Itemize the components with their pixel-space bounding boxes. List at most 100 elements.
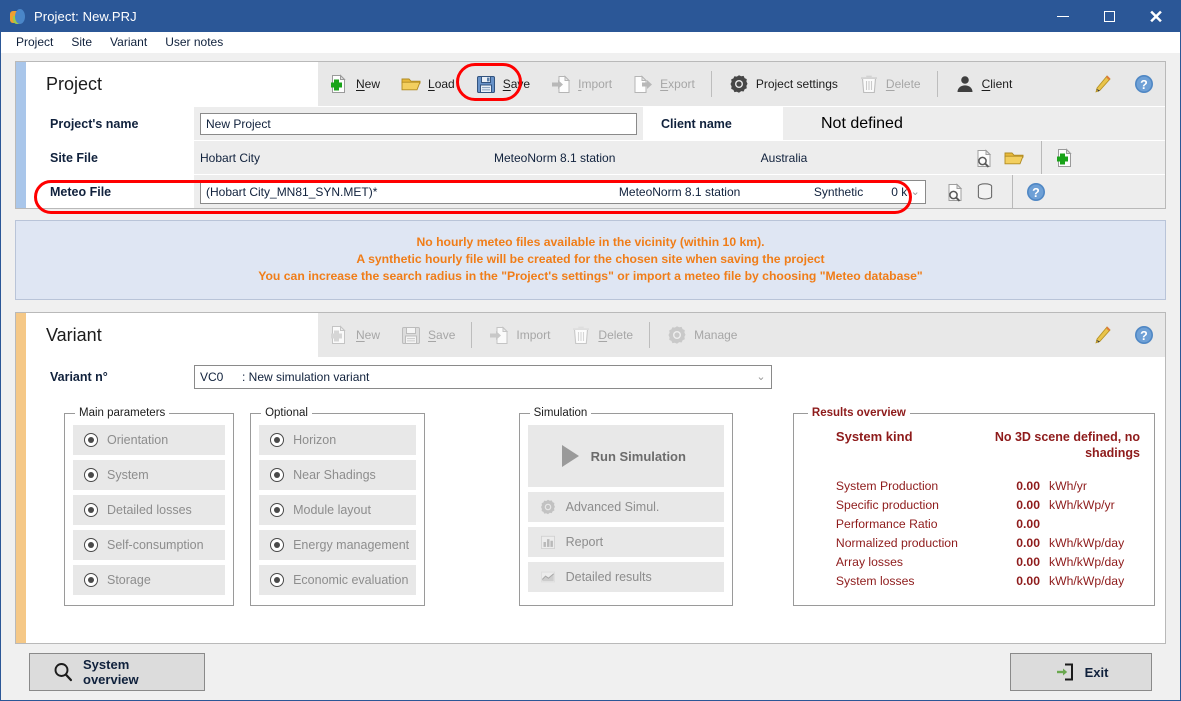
open-folder-icon bbox=[400, 73, 422, 95]
project-name-input[interactable]: New Project bbox=[200, 112, 637, 135]
variant-import-button[interactable]: Import bbox=[478, 313, 560, 357]
gear-icon-dim bbox=[666, 324, 688, 346]
site-open-folder-icon[interactable] bbox=[1003, 147, 1025, 169]
maximize-button[interactable] bbox=[1086, 1, 1132, 32]
menu-item-site[interactable]: Site bbox=[62, 33, 101, 51]
result-row-normalized-production: Normalized production 0.00 kWh/kWp/day bbox=[808, 534, 1140, 553]
report-button[interactable]: Report bbox=[527, 527, 724, 557]
param-detailed-losses-button[interactable]: Detailed losses bbox=[73, 495, 226, 525]
optional-economic-evaluation-button[interactable]: Economic evaluation bbox=[259, 565, 416, 595]
system-overview-button[interactable]: System overview bbox=[29, 653, 205, 691]
site-preview-icon[interactable] bbox=[973, 147, 995, 169]
variant-toolbar-row: Variant New Save Import Delete Manage ? bbox=[26, 313, 1165, 357]
meteo-warning-banner: No hourly meteo files available in the v… bbox=[15, 220, 1166, 300]
param-orientation-button[interactable]: Orientation bbox=[73, 425, 226, 455]
meteo-file-actions bbox=[932, 175, 1013, 208]
result-label: Performance Ratio bbox=[835, 517, 938, 531]
variant-no-row: Variant n° VC0 : New simulation variant … bbox=[26, 357, 1165, 395]
project-save-button[interactable]: Save bbox=[465, 62, 540, 106]
param-system-button[interactable]: System bbox=[73, 460, 226, 490]
run-simulation-label: Run Simulation bbox=[590, 448, 686, 464]
project-delete-button[interactable]: Delete bbox=[848, 62, 931, 106]
optional-horizon-label: Horizon bbox=[293, 433, 337, 447]
variant-save-button[interactable]: Save bbox=[390, 313, 465, 357]
pencil-icon-2 bbox=[1091, 324, 1113, 346]
site-new-file-icon[interactable] bbox=[1054, 147, 1076, 169]
optional-module-layout-label: Module layout bbox=[293, 503, 371, 517]
client-name-value[interactable]: Not defined bbox=[783, 107, 1165, 140]
result-value: 0.00 bbox=[1016, 517, 1040, 531]
project-client-label: Client bbox=[981, 77, 1013, 91]
optional-energy-management-button[interactable]: Energy management bbox=[259, 530, 416, 560]
menu-item-project[interactable]: Project bbox=[7, 33, 62, 51]
meteo-help-question-icon[interactable]: ? bbox=[1025, 181, 1047, 203]
run-simulation-button[interactable]: Run Simulation bbox=[527, 425, 724, 487]
exit-button[interactable]: Exit bbox=[1010, 653, 1152, 691]
result-unit: kWh/kWp/yr bbox=[1048, 498, 1115, 512]
project-import-button[interactable]: Import bbox=[540, 62, 622, 106]
menu-item-user-notes[interactable]: User notes bbox=[156, 33, 232, 51]
menu-item-variant[interactable]: Variant bbox=[101, 33, 156, 51]
result-value: 0.00 bbox=[1016, 498, 1040, 512]
variant-help-button[interactable]: ? bbox=[1123, 313, 1165, 357]
results-overview-group: Results overview System kind No 3D scene… bbox=[792, 407, 1155, 606]
param-storage-button[interactable]: Storage bbox=[73, 565, 226, 595]
warning-line-1: No hourly meteo files available in the v… bbox=[416, 235, 765, 249]
result-label: System Production bbox=[835, 479, 939, 493]
meteo-file-combo[interactable]: (Hobart City_MN81_SYN.MET)* MeteoNorm 8.… bbox=[200, 179, 927, 204]
radio-icon bbox=[84, 433, 98, 447]
meteo-file-label: Meteo File bbox=[50, 184, 112, 199]
project-edit-button[interactable] bbox=[1081, 62, 1123, 106]
project-load-button[interactable]: Load bbox=[390, 62, 465, 106]
gear-icon-small bbox=[539, 498, 557, 516]
project-settings-button[interactable]: Project settings bbox=[718, 62, 848, 106]
meteo-database-icon[interactable] bbox=[974, 181, 996, 203]
variant-manage-button[interactable]: Manage bbox=[656, 313, 747, 357]
chevron-down-icon[interactable]: ⌄ bbox=[907, 185, 923, 198]
advanced-simulation-button[interactable]: Advanced Simul. bbox=[527, 492, 724, 522]
detailed-results-button[interactable]: Detailed results bbox=[527, 562, 724, 592]
radio-icon bbox=[84, 573, 98, 587]
trash-icon bbox=[858, 73, 880, 95]
variant-chevron-down-icon[interactable]: ⌄ bbox=[753, 370, 769, 383]
minimize-button[interactable] bbox=[1040, 1, 1086, 32]
project-settings-label: Project settings bbox=[755, 77, 838, 91]
variant-toolbar-separator-2 bbox=[649, 322, 651, 348]
variant-no-code: VC0 bbox=[200, 369, 224, 384]
project-client-button[interactable]: Client bbox=[944, 62, 1023, 106]
person-icon bbox=[954, 73, 976, 95]
optional-module-layout-button[interactable]: Module layout bbox=[259, 495, 416, 525]
param-detailed-losses-label: Detailed losses bbox=[107, 503, 192, 517]
optional-horizon-button[interactable]: Horizon bbox=[259, 425, 416, 455]
simulation-group: Simulation Run Simulation Advanced Simul… bbox=[518, 407, 733, 606]
radio-icon bbox=[270, 573, 285, 587]
variant-no-combo[interactable]: VC0 : New simulation variant ⌄ bbox=[194, 364, 772, 389]
param-orientation-label: Orientation bbox=[107, 433, 169, 447]
svg-text:?: ? bbox=[1140, 329, 1148, 343]
variant-edit-button[interactable] bbox=[1081, 313, 1123, 357]
meteo-file-kind: Synthetic bbox=[813, 184, 864, 199]
meteo-file-source: MeteoNorm 8.1 station bbox=[618, 184, 741, 199]
meteo-preview-icon[interactable] bbox=[944, 181, 966, 203]
variant-delete-label: Delete bbox=[598, 328, 634, 342]
help-question-icon: ? bbox=[1133, 73, 1155, 95]
optional-group: Optional Horizon Near Shadings Module la… bbox=[250, 407, 425, 606]
play-triangle-icon bbox=[561, 445, 579, 467]
project-new-label: New bbox=[356, 77, 381, 91]
optional-near-shadings-button[interactable]: Near Shadings bbox=[259, 460, 416, 490]
close-button[interactable]: ✕ bbox=[1132, 1, 1180, 32]
project-help-button[interactable]: ? bbox=[1123, 62, 1165, 106]
window-title: Project: New.PRJ bbox=[34, 9, 137, 24]
result-label: Normalized production bbox=[835, 536, 958, 550]
variant-new-button[interactable]: New bbox=[318, 313, 390, 357]
bottom-bar: System overview Exit bbox=[15, 644, 1166, 700]
optional-legend: Optional bbox=[265, 407, 308, 419]
pvsyst-logo-icon bbox=[10, 8, 26, 25]
import-arrow-icon-dim bbox=[488, 324, 510, 346]
optional-near-shadings-label: Near Shadings bbox=[293, 468, 376, 482]
project-new-button[interactable]: New bbox=[318, 62, 390, 106]
param-self-consumption-button[interactable]: Self-consumption bbox=[73, 530, 226, 560]
site-file-label: Site File bbox=[50, 150, 98, 165]
variant-delete-button[interactable]: Delete bbox=[560, 313, 643, 357]
project-export-button[interactable]: Export bbox=[622, 62, 705, 106]
